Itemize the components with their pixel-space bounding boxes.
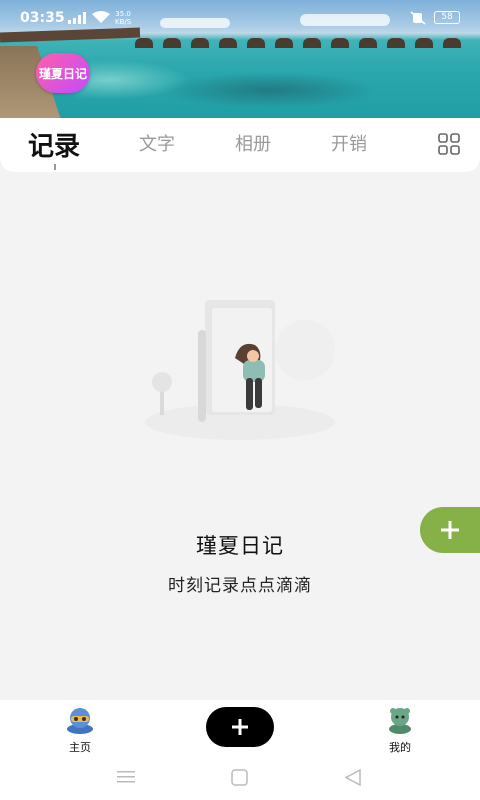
nav-mine-label: 我的 [389,741,411,754]
bungalow-row [135,38,480,50]
app-logo: 瑾夏日记 [36,53,90,93]
header-banner: 03:35 35.0 KB/S 58 瑾夏日记 [0,0,480,118]
home-square-nav-icon[interactable] [231,769,248,786]
empty-state-subtitle: 时刻记录点点滴滴 [168,576,312,596]
back-nav-icon[interactable] [344,769,362,786]
tab-bar: 记录 文字 相册 开销 [0,118,480,172]
empty-state-title: 瑾夏日记 [196,534,284,558]
tab-expenses[interactable]: 开销 [331,130,367,156]
mine-avatar-icon [389,708,411,734]
net-speed-unit: KB/S [115,18,132,26]
add-icon [232,719,248,735]
empty-state-illustration [145,300,335,440]
tab-text[interactable]: 文字 [139,130,175,156]
bottom-nav: 主页 我的 [0,700,480,758]
mute-icon [410,11,426,25]
menu-nav-icon[interactable] [117,770,135,784]
status-time: 03:35 [20,10,65,26]
tab-records[interactable]: 记录 [28,126,80,163]
nav-home-label: 主页 [69,741,91,754]
tab-album[interactable]: 相册 [235,130,271,156]
net-speed-value: 35.0 [115,10,131,18]
floating-add-button[interactable] [420,507,480,553]
system-nav-bar [0,758,480,800]
signal-icon [68,12,86,24]
center-add-button[interactable] [206,707,274,747]
home-avatar-icon [67,708,93,734]
battery-indicator: 58 [434,11,460,24]
nav-mine[interactable]: 我的 [370,704,430,755]
grid-icon[interactable] [438,133,460,155]
net-speed: 35.0 KB/S [115,10,131,26]
reef-shadow [160,72,380,108]
add-icon [441,521,459,539]
status-bar: 03:35 35.0 KB/S 58 [0,0,480,34]
wifi-icon [92,11,110,23]
nav-home[interactable]: 主页 [50,704,110,755]
active-tab-indicator [54,164,56,170]
